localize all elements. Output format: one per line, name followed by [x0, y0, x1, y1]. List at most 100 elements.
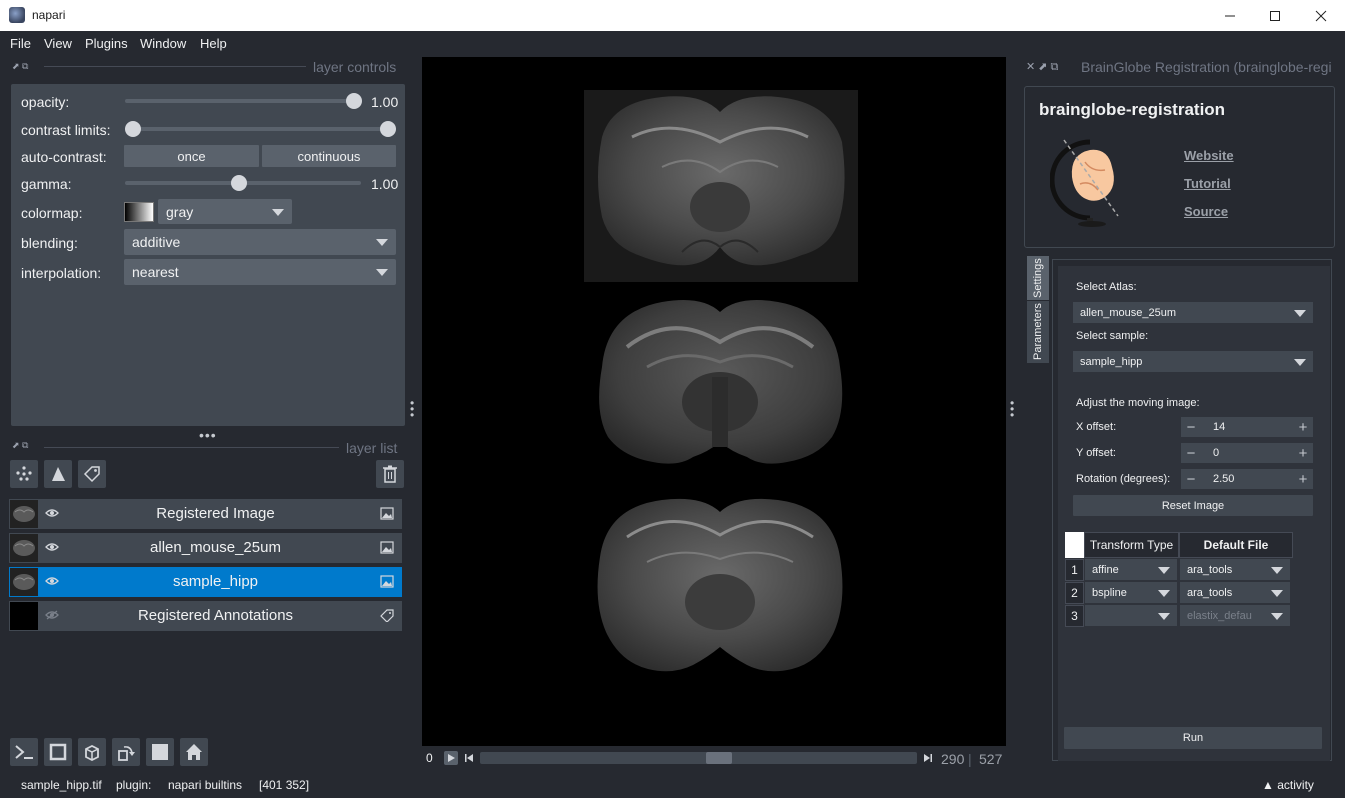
eye-off-icon[interactable]	[45, 610, 59, 620]
decrement-icon[interactable]: −	[1181, 469, 1201, 489]
table-corner-select-all[interactable]	[1065, 532, 1084, 558]
tab-settings[interactable]: Settings	[1027, 256, 1049, 300]
default-file-combo[interactable]: elastix_defau	[1180, 605, 1290, 626]
step-forward-button[interactable]	[921, 751, 935, 765]
contrast-low-handle[interactable]	[125, 121, 141, 137]
reset-image-button[interactable]: Reset Image	[1073, 495, 1313, 516]
layer-name[interactable]: Registered Annotations	[69, 607, 362, 624]
eye-icon[interactable]	[45, 508, 59, 518]
atlas-value: allen_mouse_25um	[1080, 306, 1177, 319]
contrast-limits-slider[interactable]	[133, 127, 388, 131]
source-link[interactable]: Source	[1184, 204, 1228, 219]
brain-section-top	[598, 96, 845, 266]
gamma-value[interactable]: 1.00	[371, 176, 398, 192]
website-link[interactable]: Website	[1184, 148, 1234, 163]
console-button[interactable]	[10, 738, 38, 766]
y-offset-spinbox[interactable]: − 0 +	[1181, 443, 1313, 463]
rotation-spinbox[interactable]: − 2.50 +	[1181, 469, 1313, 489]
opacity-slider-handle[interactable]	[346, 93, 362, 109]
roll-dimensions-button[interactable]	[78, 738, 106, 766]
toggle-ndisplay-button[interactable]	[44, 738, 72, 766]
dims-total-value: 527	[979, 751, 1003, 767]
default-file-value: ara_tools	[1187, 563, 1233, 576]
opacity-slider[interactable]	[125, 99, 361, 103]
new-points-layer-button[interactable]	[10, 460, 38, 488]
layer-name[interactable]: allen_mouse_25um	[69, 539, 362, 556]
tab-parameters[interactable]: Parameters	[1027, 301, 1049, 363]
layer-name[interactable]: Registered Image	[69, 505, 362, 522]
layer-thumbnail	[10, 568, 38, 596]
tutorial-link[interactable]: Tutorial	[1184, 176, 1231, 191]
default-file-combo[interactable]: ara_tools	[1180, 582, 1290, 603]
table-row-number[interactable]: 1	[1065, 559, 1084, 581]
eye-icon[interactable]	[45, 576, 59, 586]
default-file-combo[interactable]: ara_tools	[1180, 559, 1290, 580]
menu-plugins[interactable]: Plugins	[85, 36, 128, 51]
layer-list-dock-icons[interactable]: ⬈ ⧉	[12, 440, 28, 451]
interpolation-combo[interactable]: nearest	[124, 259, 396, 285]
table-row-number[interactable]: 3	[1065, 605, 1084, 627]
dock-float-close-icons[interactable]: ⬈ ⧉	[12, 61, 28, 72]
transform-type-combo[interactable]: bspline	[1085, 582, 1177, 603]
new-shapes-layer-button[interactable]	[44, 460, 72, 488]
contrast-high-handle[interactable]	[380, 121, 396, 137]
y-offset-value[interactable]: 0	[1213, 447, 1219, 459]
right-dock-resize-icon[interactable]: • • •	[1010, 397, 1014, 421]
square-icon	[49, 743, 67, 761]
minimize-button[interactable]	[1207, 0, 1253, 31]
auto-contrast-once-button[interactable]: once	[124, 145, 259, 167]
layer-row[interactable]: Registered Annotations	[9, 601, 402, 631]
layer-row[interactable]: allen_mouse_25um	[9, 533, 402, 563]
right-dock-controls[interactable]: ✕ ⬈ ⧉	[1026, 60, 1058, 74]
dims-slider-handle[interactable]	[706, 752, 733, 764]
increment-icon[interactable]: +	[1293, 469, 1313, 489]
table-header-default-file[interactable]: Default File	[1179, 532, 1293, 558]
opacity-value[interactable]: 1.00	[371, 94, 398, 110]
sample-combo[interactable]: sample_hipp	[1073, 351, 1313, 372]
interpolation-value: nearest	[132, 264, 179, 280]
transform-type-combo[interactable]	[1085, 605, 1177, 626]
grid-mode-button[interactable]	[146, 738, 174, 766]
table-header-transform-type[interactable]: Transform Type	[1084, 532, 1179, 558]
eye-icon[interactable]	[45, 542, 59, 552]
splitter-handle-icon[interactable]: •••	[199, 427, 217, 443]
left-dock-resize-icon[interactable]: • • •	[410, 397, 414, 421]
transpose-button[interactable]	[112, 738, 140, 766]
x-offset-value[interactable]: 14	[1213, 421, 1225, 433]
dims-current-value[interactable]: 290	[941, 751, 964, 767]
table-row-number[interactable]: 2	[1065, 582, 1084, 604]
maximize-button[interactable]	[1252, 0, 1298, 31]
menu-window[interactable]: Window	[140, 36, 186, 51]
increment-icon[interactable]: +	[1293, 417, 1313, 437]
chevron-up-icon: ▲	[1262, 778, 1274, 792]
step-back-button[interactable]	[462, 751, 476, 765]
viewer-canvas[interactable]	[422, 57, 1006, 746]
increment-icon[interactable]: +	[1293, 443, 1313, 463]
atlas-combo[interactable]: allen_mouse_25um	[1073, 302, 1313, 323]
run-button[interactable]: Run	[1064, 727, 1322, 749]
chevron-down-icon	[376, 239, 388, 246]
layer-row[interactable]: sample_hipp	[9, 567, 402, 597]
play-button[interactable]	[444, 751, 458, 765]
layer-name[interactable]: sample_hipp	[69, 573, 362, 590]
decrement-icon[interactable]: −	[1181, 417, 1201, 437]
home-icon	[186, 744, 202, 760]
activity-button[interactable]: ▲ activity	[1262, 778, 1314, 792]
blending-combo[interactable]: additive	[124, 229, 396, 255]
transform-type-combo[interactable]: affine	[1085, 559, 1177, 580]
rotation-value[interactable]: 2.50	[1213, 473, 1234, 485]
x-offset-spinbox[interactable]: − 14 +	[1181, 417, 1313, 437]
dims-slider-track[interactable]	[480, 752, 917, 764]
menu-file[interactable]: File	[10, 36, 31, 51]
close-button[interactable]	[1298, 0, 1344, 31]
new-labels-layer-button[interactable]	[78, 460, 106, 488]
menu-view[interactable]: View	[44, 36, 72, 51]
reset-view-button[interactable]	[180, 738, 208, 766]
menu-help[interactable]: Help	[200, 36, 227, 51]
auto-contrast-continuous-button[interactable]: continuous	[262, 145, 396, 167]
decrement-icon[interactable]: −	[1181, 443, 1201, 463]
layer-list-title: layer list	[346, 440, 398, 456]
delete-layer-button[interactable]	[376, 460, 404, 488]
colormap-combo[interactable]: gray	[158, 199, 292, 224]
layer-row[interactable]: Registered Image	[9, 499, 402, 529]
